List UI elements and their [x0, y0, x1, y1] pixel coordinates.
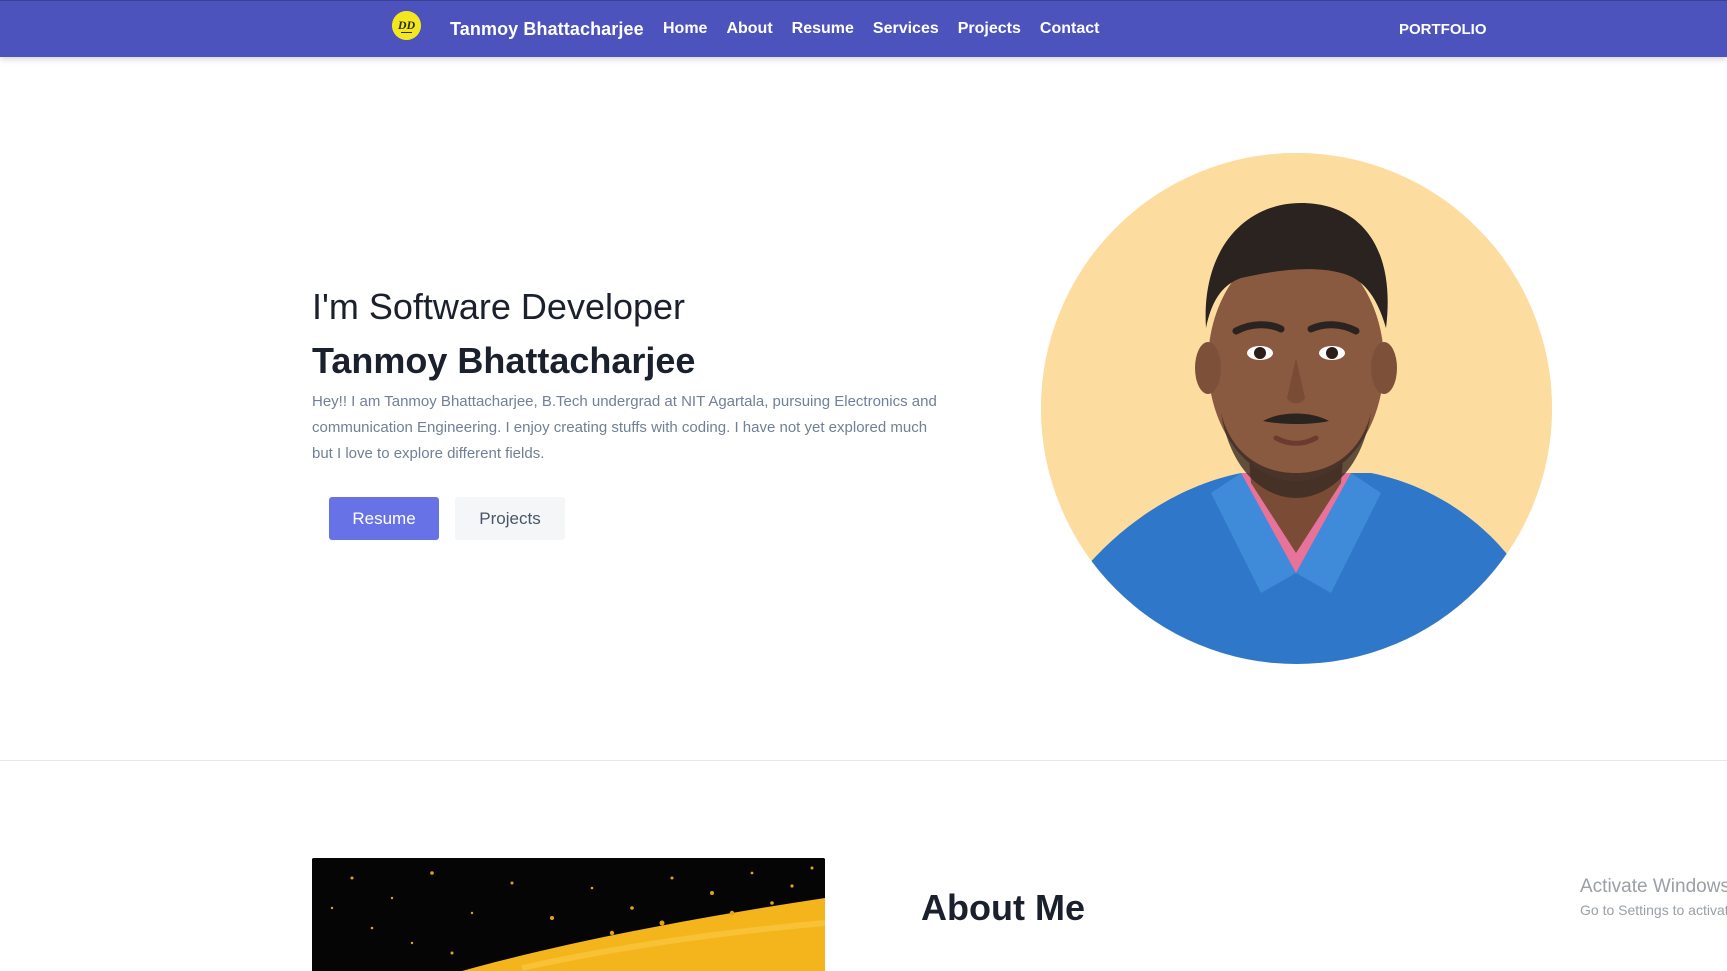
- activate-windows-watermark: Activate Windows Go to Settings to activ…: [1580, 876, 1727, 918]
- logo-graphic: DD: [392, 11, 421, 40]
- watermark-line-1: Activate Windows: [1580, 876, 1727, 897]
- about-image-graphic: [312, 858, 825, 971]
- profile-photo: [1041, 153, 1552, 664]
- hero-name: Tanmoy Bhattacharjee: [312, 340, 696, 381]
- dd-logo-icon[interactable]: DD: [392, 11, 421, 40]
- nav-link-about[interactable]: About: [726, 20, 772, 38]
- nav-link-home[interactable]: Home: [663, 20, 707, 38]
- nav-link-contact[interactable]: Contact: [1040, 20, 1100, 38]
- nav-link-resume[interactable]: Resume: [792, 20, 854, 38]
- section-divider: [0, 760, 1727, 761]
- resume-button[interactable]: Resume: [329, 497, 439, 540]
- projects-button[interactable]: Projects: [455, 497, 565, 540]
- nav-links: Home About Resume Services Projects Cont…: [663, 20, 1118, 38]
- nav-link-services[interactable]: Services: [873, 20, 939, 38]
- top-navbar: DD Tanmoy Bhattacharjee Home About Resum…: [0, 0, 1727, 57]
- portfolio-link[interactable]: PORTFOLIO: [1399, 21, 1487, 38]
- hero-subtitle: I'm Software Developer: [312, 286, 686, 327]
- logo-text: DD: [397, 18, 416, 32]
- about-image: [312, 858, 825, 971]
- watermark-line-2: Go to Settings to activate Windows.: [1580, 902, 1727, 918]
- profile-photo-graphic: [1041, 153, 1552, 664]
- brand-name[interactable]: Tanmoy Bhattacharjee: [450, 19, 644, 40]
- nav-link-projects[interactable]: Projects: [958, 20, 1021, 38]
- about-title: About Me: [921, 887, 1085, 928]
- portfolio-page: DD Tanmoy Bhattacharjee Home About Resum…: [0, 0, 1727, 971]
- hero-description: Hey!! I am Tanmoy Bhattacharjee, B.Tech …: [312, 393, 937, 462]
